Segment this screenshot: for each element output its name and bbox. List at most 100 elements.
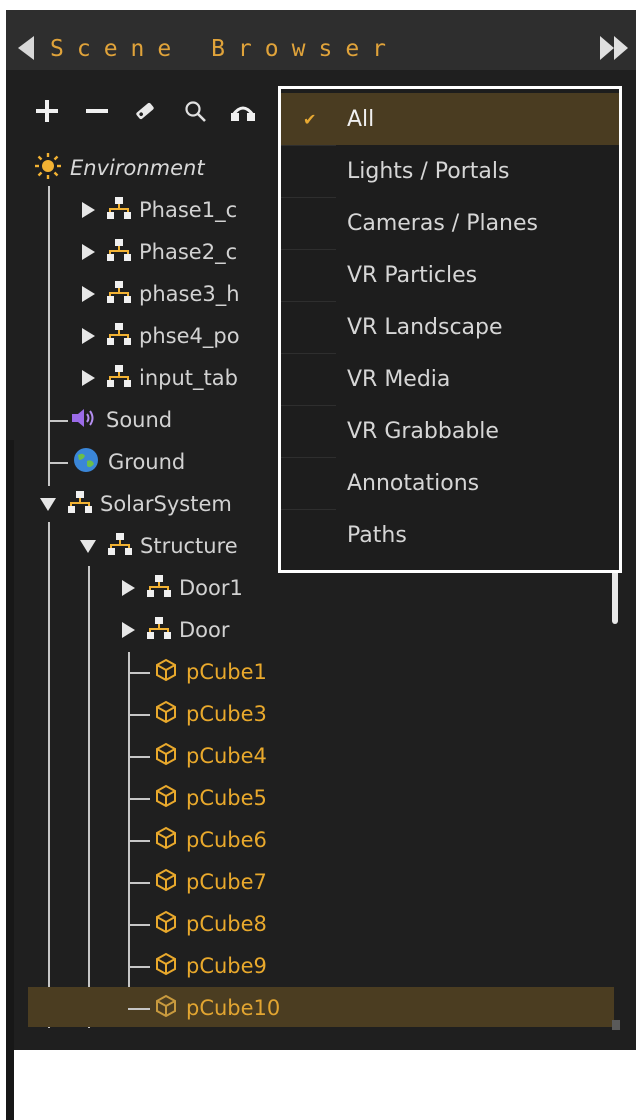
tree-row-mesh[interactable]: pCube5 — [154, 778, 267, 818]
tree-row-mesh[interactable]: pCube9 — [154, 946, 267, 986]
tree-row-mesh[interactable]: pCube7 — [154, 862, 267, 902]
tag-icon[interactable] — [130, 94, 160, 128]
tree-row-group[interactable]: input_tab — [82, 358, 238, 398]
tree-row-mesh[interactable]: pCube8 — [154, 904, 267, 944]
tree-label: pCube8 — [186, 912, 267, 936]
cube-icon — [154, 826, 178, 855]
tree-line-pcube4 — [128, 756, 150, 758]
expand-arrow-icon[interactable] — [82, 328, 95, 344]
tree-label-structure: Structure — [140, 534, 238, 558]
scene-browser-panel: Scene Browser Environment Phase1_c Phase… — [0, 0, 636, 1120]
expand-arrow-icon[interactable] — [122, 580, 135, 596]
remove-icon[interactable] — [82, 94, 112, 128]
tree-line-pcube3 — [128, 714, 150, 716]
hierarchy-icon — [147, 616, 171, 644]
menu-item-annotations[interactable]: Annotations — [281, 457, 619, 509]
filter-dropdown-menu: ✔ All Lights / Portals Cameras / Planes … — [278, 86, 622, 573]
menu-item-paths[interactable]: Paths — [281, 509, 619, 561]
expand-arrow-icon[interactable] — [82, 370, 95, 386]
hierarchy-icon — [108, 532, 132, 560]
search-icon[interactable] — [180, 94, 210, 128]
cube-icon — [154, 868, 178, 897]
title-bar: Scene Browser — [6, 10, 636, 70]
tree-line-environment — [48, 186, 50, 486]
menu-item-cameras-planes[interactable]: Cameras / Planes — [281, 197, 619, 249]
tree-row-structure[interactable]: Structure — [80, 526, 238, 566]
tree-row-door1[interactable]: Door1 — [122, 568, 243, 608]
menu-item-label: VR Media — [347, 366, 451, 392]
tree-row-group[interactable]: phase3_h — [82, 274, 240, 314]
menu-item-label: Lights / Portals — [347, 158, 510, 184]
checkmark-icon: ✔ — [303, 109, 317, 129]
tree-label: pCube5 — [186, 786, 267, 810]
menu-item-label: Cameras / Planes — [347, 210, 538, 236]
cube-icon — [154, 742, 178, 771]
cube-icon — [154, 910, 178, 939]
cube-icon — [154, 700, 178, 729]
tree-row-environment[interactable]: Environment — [34, 148, 205, 188]
tree-row-group[interactable]: phse4_po — [82, 316, 240, 356]
tree-line-pcube1 — [128, 672, 150, 674]
tree-row-ground[interactable]: Ground — [72, 442, 185, 482]
hierarchy-icon — [107, 364, 131, 392]
tree-row-solarsystem[interactable]: SolarSystem — [40, 484, 232, 524]
hierarchy-icon — [107, 196, 131, 224]
scrollbar-thumb[interactable] — [612, 570, 618, 624]
tree-row-group[interactable]: Phase2_c — [82, 232, 237, 272]
tree-line-pcube6 — [128, 840, 150, 842]
hierarchy-icon — [107, 322, 131, 350]
tree-row-group[interactable]: Phase1_c — [82, 190, 237, 230]
tree-line-pcube5 — [128, 798, 150, 800]
tree-row-mesh[interactable]: pCube6 — [154, 820, 267, 860]
sun-icon — [34, 152, 62, 185]
panel-title: Scene Browser — [50, 36, 400, 62]
tree-label-environment: Environment — [70, 156, 205, 180]
menu-item-label: VR Grabbable — [347, 418, 499, 444]
tree-line-pcube7 — [128, 882, 150, 884]
tree-label: input_tab — [139, 366, 238, 390]
tree-row-mesh[interactable]: pCube1 — [154, 652, 267, 692]
globe-icon — [72, 446, 100, 479]
hierarchy-icon — [107, 238, 131, 266]
tree-line-meshes — [128, 652, 130, 1000]
tree-row-mesh[interactable]: pCube4 — [154, 736, 267, 776]
hierarchy-icon — [107, 280, 131, 308]
menu-item-vr-landscape[interactable]: VR Landscape — [281, 301, 619, 353]
expand-arrow-icon[interactable] — [82, 244, 95, 260]
tree-line-pcube9 — [128, 966, 150, 968]
menu-item-vr-particles[interactable]: VR Particles — [281, 249, 619, 301]
cube-icon — [154, 952, 178, 981]
menu-item-lights-portals[interactable]: Lights / Portals — [281, 145, 619, 197]
hierarchy-icon — [68, 490, 92, 518]
menu-item-vr-media[interactable]: VR Media — [281, 353, 619, 405]
expand-right-icon[interactable] — [598, 32, 630, 64]
tree-row-mesh-selected[interactable]: pCube10 — [154, 988, 280, 1028]
tree-label: pCube7 — [186, 870, 267, 894]
tree-row-door[interactable]: Door — [122, 610, 230, 650]
filter-icon[interactable] — [228, 94, 258, 128]
menu-item-label: Annotations — [347, 470, 480, 496]
expand-arrow-icon[interactable] — [82, 202, 95, 218]
collapse-arrow-icon[interactable] — [80, 539, 96, 553]
menu-item-vr-grabbable[interactable]: VR Grabbable — [281, 405, 619, 457]
speaker-icon — [70, 406, 98, 435]
add-icon[interactable] — [32, 94, 62, 128]
left-gutter — [6, 440, 14, 1120]
tree-label: pCube10 — [186, 996, 281, 1020]
tree-label: phase3_h — [139, 282, 240, 306]
menu-item-label: VR Landscape — [347, 314, 503, 340]
selected-row-highlight — [28, 987, 614, 1027]
tree-label: phse4_po — [139, 324, 240, 348]
expand-arrow-icon[interactable] — [82, 286, 95, 302]
menu-item-all[interactable]: ✔ All — [281, 93, 619, 145]
collapse-left-icon[interactable] — [18, 36, 34, 60]
menu-item-label: Paths — [347, 522, 407, 548]
collapse-arrow-icon[interactable] — [40, 497, 56, 511]
tree-line-structure — [88, 566, 90, 1028]
expand-arrow-icon[interactable] — [122, 622, 135, 638]
hierarchy-icon — [147, 574, 171, 602]
menu-item-label: All — [347, 106, 375, 132]
tree-row-sound[interactable]: Sound — [70, 400, 172, 440]
tree-label: pCube3 — [186, 702, 267, 726]
tree-row-mesh[interactable]: pCube3 — [154, 694, 267, 734]
